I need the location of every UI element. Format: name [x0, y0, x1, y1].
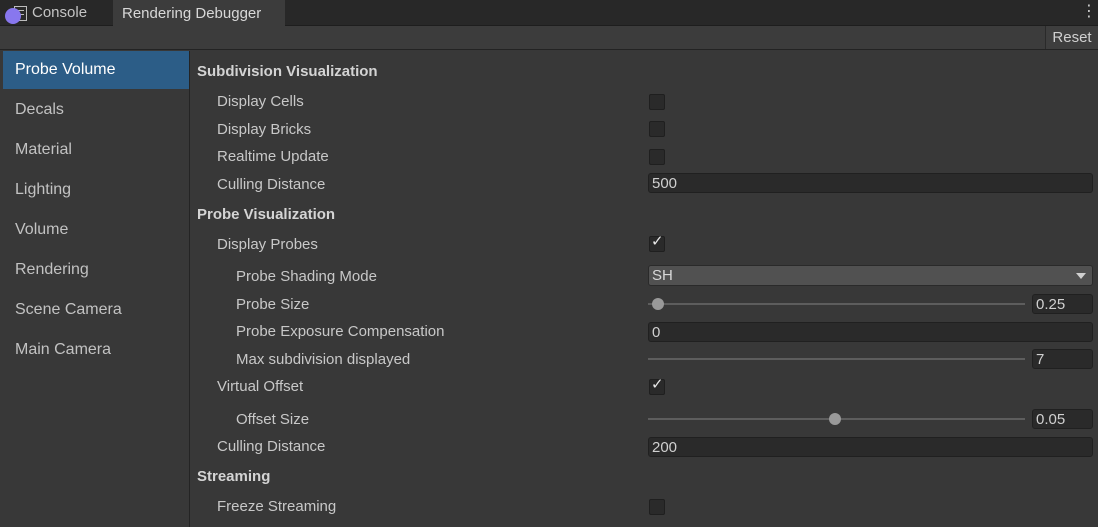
sidebar-item-probe-volume[interactable]: Probe Volume — [3, 51, 189, 89]
tab-rendering-debugger[interactable]: Rendering Debugger — [113, 0, 285, 26]
reset-button[interactable]: Reset — [1045, 26, 1098, 49]
max-subdivision-label: Max subdivision displayed — [236, 351, 411, 368]
toolbar: Reset — [0, 26, 1098, 50]
cursor-dot-icon — [5, 8, 21, 24]
probe-shading-mode-label: Probe Shading Mode — [236, 268, 377, 285]
display-cells-label: Display Cells — [217, 93, 304, 110]
tab-bar: Console Rendering Debugger ⋮ — [0, 0, 1098, 26]
display-bricks-label: Display Bricks — [217, 121, 312, 138]
probe-shading-mode-value: SH — [652, 267, 673, 284]
probe-size-label: Probe Size — [236, 296, 310, 313]
max-subdivision-slider[interactable] — [648, 358, 1025, 360]
sidebar-item-volume[interactable]: Volume — [3, 211, 189, 249]
display-probes-label: Display Probes — [217, 236, 318, 253]
offset-size-slider-thumb[interactable] — [829, 413, 841, 425]
display-cells-checkbox[interactable] — [649, 94, 665, 110]
checkmark-icon: ✓ — [651, 233, 664, 250]
offset-size-field[interactable]: 0.05 — [1032, 409, 1093, 429]
offset-size-slider[interactable] — [648, 413, 1025, 425]
sidebar-item-main-camera[interactable]: Main Camera — [3, 331, 189, 369]
settings-panel: Subdivision Visualization Display Cells … — [190, 51, 1098, 527]
freeze-streaming-label: Freeze Streaming — [217, 498, 337, 515]
probe-culling-distance-label: Culling Distance — [217, 438, 326, 455]
probe-exposure-label: Probe Exposure Compensation — [236, 323, 445, 340]
culling-distance-field[interactable]: 500 — [648, 173, 1093, 193]
virtual-offset-checkbox[interactable]: ✓ — [649, 376, 665, 395]
realtime-update-label: Realtime Update — [217, 148, 329, 165]
sidebar-item-decals[interactable]: Decals — [3, 91, 189, 129]
section-header-subdivision: Subdivision Visualization — [197, 63, 378, 80]
tab-console-label: Console — [32, 4, 88, 21]
dropdown-arrow-icon — [1076, 273, 1086, 279]
probe-size-slider-thumb[interactable] — [652, 298, 664, 310]
sidebar-item-material[interactable]: Material — [3, 131, 189, 169]
realtime-update-checkbox[interactable] — [649, 149, 665, 165]
sidebar: Probe Volume Decals Material Lighting Vo… — [3, 51, 190, 527]
virtual-offset-label: Virtual Offset — [217, 378, 304, 395]
probe-shading-mode-dropdown[interactable]: SH — [648, 265, 1093, 286]
sidebar-item-rendering[interactable]: Rendering — [3, 251, 189, 289]
probe-size-slider[interactable] — [648, 298, 1025, 310]
probe-culling-distance-field[interactable]: 200 — [648, 437, 1093, 457]
max-subdivision-field[interactable]: 7 — [1032, 349, 1093, 369]
checkmark-icon: ✓ — [651, 376, 664, 393]
kebab-menu-icon[interactable]: ⋮ — [1081, 3, 1097, 21]
section-header-probe-visualization: Probe Visualization — [197, 206, 336, 223]
display-bricks-checkbox[interactable] — [649, 121, 665, 137]
freeze-streaming-checkbox[interactable] — [649, 499, 665, 515]
section-header-streaming: Streaming — [197, 468, 271, 485]
tab-rendering-debugger-label: Rendering Debugger — [122, 5, 262, 22]
probe-size-field[interactable]: 0.25 — [1032, 294, 1093, 314]
culling-distance-label: Culling Distance — [217, 176, 326, 193]
probe-exposure-field[interactable]: 0 — [648, 322, 1093, 342]
display-probes-checkbox[interactable]: ✓ — [649, 233, 665, 252]
sidebar-item-scene-camera[interactable]: Scene Camera — [3, 291, 189, 329]
sidebar-item-lighting[interactable]: Lighting — [3, 171, 189, 209]
offset-size-label: Offset Size — [236, 411, 310, 428]
